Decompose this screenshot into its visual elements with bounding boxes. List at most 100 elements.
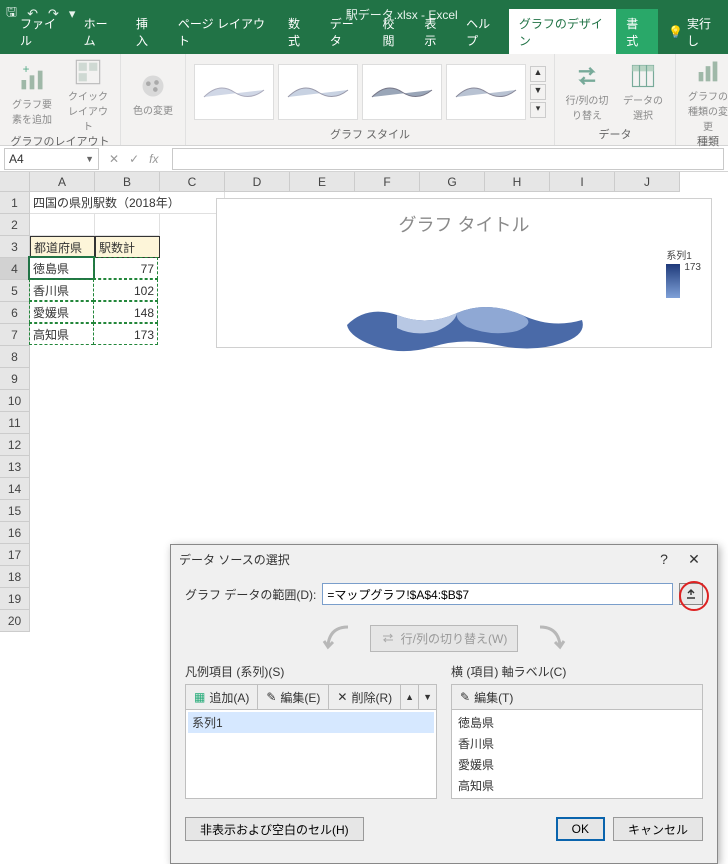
tab-data[interactable]: データ [320,9,373,54]
row-header[interactable]: 11 [0,412,30,434]
chart-range-input[interactable] [322,583,673,605]
tab-home[interactable]: ホーム [74,9,126,54]
style-thumb[interactable] [278,64,358,120]
tell-me[interactable]: 💡 実行し [658,9,728,54]
tab-formulas[interactable]: 数式 [278,9,320,54]
row-header[interactable]: 3 [0,236,30,258]
collapse-dialog-button[interactable] [679,583,703,605]
chevron-down-icon[interactable]: ▼ [530,84,546,100]
switch-rowcol-button[interactable]: 行/列の切り替え [563,62,611,122]
column-header[interactable]: D [225,172,290,192]
hidden-cells-button[interactable]: 非表示および空白のセル(H) [185,817,364,841]
style-scroll[interactable]: ▲ ▼ ▾ [530,66,546,118]
column-header[interactable]: H [485,172,550,192]
row-header[interactable]: 8 [0,346,30,368]
tab-chart-design[interactable]: グラフのデザイン [509,9,616,54]
row-header[interactable]: 1 [0,192,30,214]
row-headers[interactable]: 1234567891011121314151617181920 [0,192,30,632]
tab-review[interactable]: 校閲 [373,9,415,54]
row-header[interactable]: 5 [0,280,30,302]
style-thumb[interactable] [446,64,526,120]
cell-a6[interactable]: 愛媛県 [29,301,94,323]
name-box[interactable]: A4 ▼ [4,148,99,170]
row-header[interactable]: 6 [0,302,30,324]
column-header[interactable]: I [550,172,615,192]
series-down-button[interactable]: ▼ [419,685,436,709]
row-header[interactable]: 16 [0,522,30,544]
cell-b7[interactable]: 173 [93,323,158,345]
tab-help[interactable]: ヘルプ [456,9,509,54]
column-header[interactable]: J [615,172,680,192]
list-item[interactable]: 香川県 [454,733,700,754]
list-item[interactable]: 高知県 [454,775,700,796]
dialog-titlebar[interactable]: データ ソースの選択 ? ✕ [171,545,717,573]
series-remove-button[interactable]: ✕削除(R) [329,685,401,709]
embedded-chart[interactable]: グラフ タイトル 系列1 173 [216,198,712,348]
axis-edit-button[interactable]: ✎編集(T) [452,685,521,709]
tab-insert[interactable]: 挿入 [126,9,168,54]
cell-b5[interactable]: 102 [93,279,158,301]
style-gallery[interactable]: ▲ ▼ ▾ [194,64,546,120]
select-all-corner[interactable] [0,172,30,192]
row-header[interactable]: 4 [0,258,30,280]
chevron-up-icon[interactable]: ▲ [530,66,546,82]
row-header[interactable]: 12 [0,434,30,456]
row-header[interactable]: 18 [0,566,30,588]
cell-a4[interactable]: 徳島県 [29,257,94,279]
ok-button[interactable]: OK [556,817,605,841]
select-data-button[interactable]: データの選択 [619,62,667,122]
fx-icon[interactable]: fx [149,152,158,166]
tab-chart-format[interactable]: 書式 [616,9,658,54]
list-item[interactable]: 徳島県 [454,712,700,733]
change-chart-type-button[interactable]: グラフの種類の変更 [684,58,728,133]
enter-formula-icon[interactable]: ✓ [129,152,139,166]
close-icon[interactable]: ✕ [679,551,709,568]
list-item[interactable]: 愛媛県 [454,754,700,775]
cell-a7[interactable]: 高知県 [29,323,94,345]
cancel-button[interactable]: キャンセル [613,817,703,841]
cell-a1[interactable]: 四国の県別駅数（2018年） [30,192,225,214]
series-up-button[interactable]: ▲ [401,685,419,709]
row-header[interactable]: 2 [0,214,30,236]
style-thumb[interactable] [194,64,274,120]
add-chart-element-button[interactable]: + グラフ要素を追加 [8,66,56,126]
column-header[interactable]: G [420,172,485,192]
more-styles-icon[interactable]: ▾ [530,102,546,118]
row-header[interactable]: 20 [0,610,30,632]
series-add-button[interactable]: ▦追加(A) [186,685,258,709]
cells[interactable]: 四国の県別駅数（2018年） 都道府県 駅数計 徳島県 77 香川県 102 愛… [30,192,225,346]
tab-view[interactable]: 表示 [414,9,456,54]
cell-b4[interactable]: 77 [93,257,158,279]
cell-a3[interactable]: 都道府県 [30,236,95,258]
column-header[interactable]: E [290,172,355,192]
tab-file[interactable]: ファイル [10,9,74,54]
column-header[interactable]: B [95,172,160,192]
style-thumb[interactable] [362,64,442,120]
quick-layout-button[interactable]: クイックレイアウト [64,58,112,133]
worksheet-grid[interactable]: ABCDEFGHIJ 12345678910111213141516171819… [0,172,728,700]
cancel-formula-icon[interactable]: ✕ [109,152,119,166]
tab-pagelayout[interactable]: ページ レイアウト [168,9,278,54]
change-color-button[interactable]: 色の変更 [129,72,177,117]
row-header[interactable]: 14 [0,478,30,500]
row-header[interactable]: 10 [0,390,30,412]
cell-b6[interactable]: 148 [93,301,158,323]
column-header[interactable]: C [160,172,225,192]
row-header[interactable]: 19 [0,588,30,610]
formula-bar[interactable] [172,148,724,170]
column-headers[interactable]: ABCDEFGHIJ [30,172,680,192]
row-header[interactable]: 7 [0,324,30,346]
axis-listbox[interactable]: 徳島県香川県愛媛県高知県 [451,710,703,799]
column-header[interactable]: F [355,172,420,192]
series-edit-button[interactable]: ✎編集(E) [258,685,329,709]
row-header[interactable]: 13 [0,456,30,478]
column-header[interactable]: A [30,172,95,192]
row-header[interactable]: 17 [0,544,30,566]
list-item[interactable]: 系列1 [188,712,434,733]
chevron-down-icon[interactable]: ▼ [85,154,94,164]
cell-b3[interactable]: 駅数計 [95,236,160,258]
row-header[interactable]: 15 [0,500,30,522]
chart-title[interactable]: グラフ タイトル [225,211,703,237]
series-listbox[interactable]: 系列1 [185,710,437,799]
cell-a5[interactable]: 香川県 [29,279,94,301]
